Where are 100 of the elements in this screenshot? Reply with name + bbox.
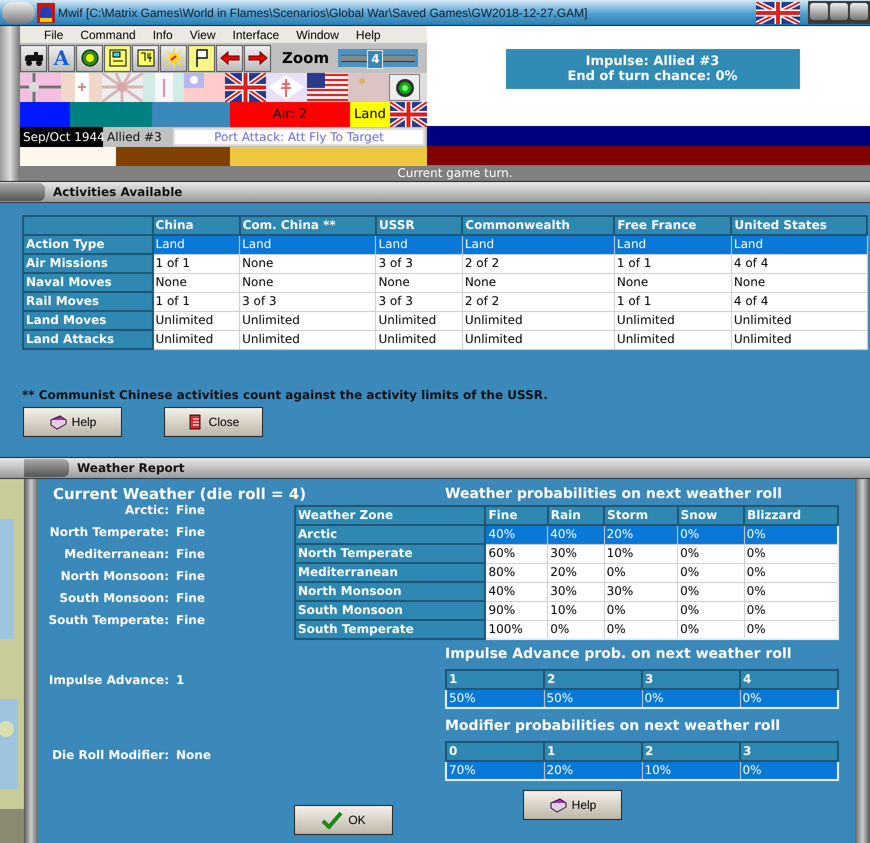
table-cell[interactable]: 60%: [485, 544, 548, 563]
table-cell[interactable]: 30%: [548, 582, 604, 601]
row-header[interactable]: Action Type: [23, 235, 153, 254]
row-header[interactable]: North Monsoon: [295, 582, 486, 601]
window-menu-button[interactable]: [0, 183, 45, 201]
table-cell[interactable]: 0%: [678, 525, 744, 544]
table-cell[interactable]: 1 of 1: [614, 292, 732, 311]
table-cell[interactable]: 1 of 1: [152, 292, 240, 311]
menu-item[interactable]: Help: [356, 28, 390, 42]
table-cell[interactable]: 4 of 4: [731, 292, 867, 311]
table-cell[interactable]: None: [731, 273, 867, 292]
table-cell[interactable]: 70%: [446, 761, 544, 780]
table-cell[interactable]: 40%: [485, 582, 548, 601]
table-cell[interactable]: Land: [462, 235, 614, 254]
table-cell[interactable]: Land: [731, 235, 867, 254]
row-header[interactable]: Air Missions: [23, 254, 153, 273]
table-cell[interactable]: 80%: [485, 563, 548, 582]
menu-item[interactable]: File: [44, 28, 72, 42]
table-cell[interactable]: None: [152, 273, 240, 292]
table-cell[interactable]: 100%: [485, 620, 548, 639]
table-cell[interactable]: 10%: [642, 761, 740, 780]
table-cell[interactable]: None: [614, 273, 732, 292]
table-cell[interactable]: Unlimited: [152, 330, 240, 349]
table-cell[interactable]: Land: [152, 235, 240, 254]
table-cell[interactable]: Unlimited: [152, 311, 240, 330]
mission-field[interactable]: Port Attack: Att Fly To Target: [173, 128, 425, 146]
table-cell[interactable]: 0%: [744, 544, 838, 563]
table-cell[interactable]: None: [462, 273, 614, 292]
row-header[interactable]: Land Moves: [23, 311, 153, 330]
row-header[interactable]: North Temperate: [295, 544, 486, 563]
table-cell[interactable]: 0%: [744, 525, 838, 544]
table-cell[interactable]: Unlimited: [462, 311, 614, 330]
table-cell[interactable]: Unlimited: [462, 330, 614, 349]
close-button[interactable]: [850, 3, 868, 20]
help-button[interactable]: Help: [523, 790, 622, 820]
table-cell[interactable]: 50%: [544, 689, 642, 708]
toolbar-button[interactable]: [20, 44, 47, 72]
table-cell[interactable]: 40%: [548, 525, 604, 544]
table-cell[interactable]: 20%: [544, 761, 642, 780]
table-cell[interactable]: 0%: [744, 563, 838, 582]
table-cell[interactable]: Land: [614, 235, 732, 254]
toolbar-button[interactable]: [216, 44, 243, 72]
row-header[interactable]: Mediterranean: [295, 563, 486, 582]
table-cell[interactable]: 0%: [678, 544, 744, 563]
table-cell[interactable]: 0%: [678, 582, 744, 601]
target-button[interactable]: [389, 74, 420, 101]
table-cell[interactable]: 0%: [604, 601, 678, 620]
toolbar-button[interactable]: [104, 44, 131, 72]
table-cell[interactable]: 0%: [740, 689, 838, 708]
table-cell[interactable]: Land: [240, 235, 376, 254]
table-cell[interactable]: 0%: [604, 563, 678, 582]
table-cell[interactable]: 0%: [678, 620, 744, 639]
table-cell[interactable]: 20%: [604, 525, 678, 544]
toolbar-button[interactable]: [132, 44, 159, 72]
table-cell[interactable]: Unlimited: [614, 330, 732, 349]
menu-item[interactable]: Info: [152, 28, 182, 42]
close-button[interactable]: Close: [164, 407, 263, 437]
table-cell[interactable]: 1 of 1: [152, 254, 240, 273]
table-cell[interactable]: 2 of 2: [462, 292, 614, 311]
table-cell[interactable]: 30%: [548, 544, 604, 563]
text-tool-button[interactable]: A: [48, 44, 75, 72]
help-button[interactable]: Help: [23, 407, 122, 437]
window-menu-button[interactable]: [2, 2, 35, 24]
menu-item[interactable]: View: [190, 28, 225, 42]
table-cell[interactable]: 30%: [604, 582, 678, 601]
table-cell[interactable]: 20%: [548, 563, 604, 582]
table-cell[interactable]: None: [240, 254, 376, 273]
table-cell[interactable]: 90%: [485, 601, 548, 620]
table-cell[interactable]: 10%: [548, 601, 604, 620]
table-cell[interactable]: 3 of 3: [240, 292, 376, 311]
table-cell[interactable]: Land: [376, 235, 462, 254]
row-header[interactable]: Arctic: [295, 525, 486, 544]
table-cell[interactable]: 3 of 3: [376, 254, 462, 273]
menu-item[interactable]: Window: [296, 28, 348, 42]
row-header[interactable]: Naval Moves: [23, 273, 153, 292]
table-cell[interactable]: Unlimited: [614, 311, 732, 330]
zoom-slider-track[interactable]: 4: [341, 50, 416, 66]
restore-button[interactable]: [830, 3, 848, 20]
row-header[interactable]: South Temperate: [295, 620, 486, 639]
table-cell[interactable]: Unlimited: [240, 311, 376, 330]
table-cell[interactable]: 0%: [740, 761, 838, 780]
window-menu-button[interactable]: [24, 459, 69, 477]
table-cell[interactable]: 40%: [485, 525, 548, 544]
table-cell[interactable]: 10%: [604, 544, 678, 563]
row-header[interactable]: Land Attacks: [23, 330, 153, 349]
toolbar-button[interactable]: [160, 44, 187, 72]
zoom-slider-thumb[interactable]: 4: [367, 50, 384, 68]
table-cell[interactable]: Unlimited: [731, 330, 867, 349]
menu-item[interactable]: Command: [80, 28, 145, 42]
menu-item[interactable]: Interface: [232, 28, 288, 42]
table-cell[interactable]: Unlimited: [376, 330, 462, 349]
table-cell[interactable]: None: [376, 273, 462, 292]
table-cell[interactable]: 0%: [678, 601, 744, 620]
table-cell[interactable]: Unlimited: [731, 311, 867, 330]
table-cell[interactable]: 0%: [548, 620, 604, 639]
row-header[interactable]: South Monsoon: [295, 601, 486, 620]
table-cell[interactable]: 0%: [642, 689, 740, 708]
table-cell[interactable]: Unlimited: [240, 330, 376, 349]
table-cell[interactable]: 0%: [744, 620, 838, 639]
table-cell[interactable]: 0%: [744, 601, 838, 620]
